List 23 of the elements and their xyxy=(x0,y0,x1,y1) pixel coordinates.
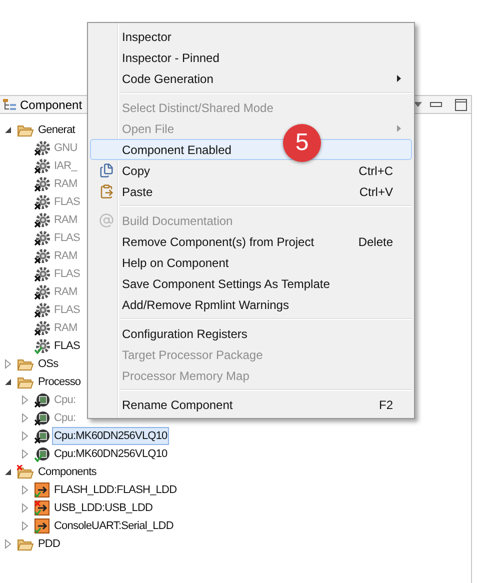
menu-item[interactable]: Paste Ctrl+V xyxy=(90,181,412,202)
menu-item[interactable]: Copy Ctrl+C xyxy=(90,160,412,181)
tree-item[interactable]: Components xyxy=(36,463,98,481)
tree-item[interactable]: Processo xyxy=(36,373,83,391)
tree-item[interactable]: USB_LDD:USB_LDD xyxy=(52,499,155,517)
tree-item[interactable]: OSs xyxy=(36,355,60,373)
tree-item[interactable]: Generat xyxy=(36,121,77,139)
tree-item[interactable]: Cpu:MK60DN256VLQ10 xyxy=(52,427,170,445)
menu-item[interactable]: Remove Component(s) from Project Delete xyxy=(90,231,412,252)
tree-item[interactable]: PDD xyxy=(36,535,62,553)
menu-item[interactable]: Add/Remove Rpmlint Warnings xyxy=(90,294,412,315)
tree-item[interactable]: Cpu:MK60DN256VLQ10 xyxy=(52,445,170,463)
panel-title: Component xyxy=(20,96,82,114)
menu-item[interactable]: Inspector - Pinned xyxy=(90,47,412,68)
menu-item[interactable]: Help on Component xyxy=(90,252,412,273)
menu-item[interactable]: Inspector xyxy=(90,26,412,47)
tree-item[interactable]: ConsoleUART:Serial_LDD xyxy=(52,517,176,535)
tree-item[interactable]: FLAS xyxy=(52,337,82,355)
menu-item[interactable]: Rename Component F2 xyxy=(90,394,412,415)
tree-item[interactable]: FLASH_LDD:FLASH_LDD xyxy=(52,481,179,499)
menu-item[interactable]: Save Component Settings As Template xyxy=(90,273,412,294)
menu-item[interactable]: Code Generation xyxy=(90,68,412,89)
menu-item[interactable]: Configuration Registers xyxy=(90,323,412,344)
